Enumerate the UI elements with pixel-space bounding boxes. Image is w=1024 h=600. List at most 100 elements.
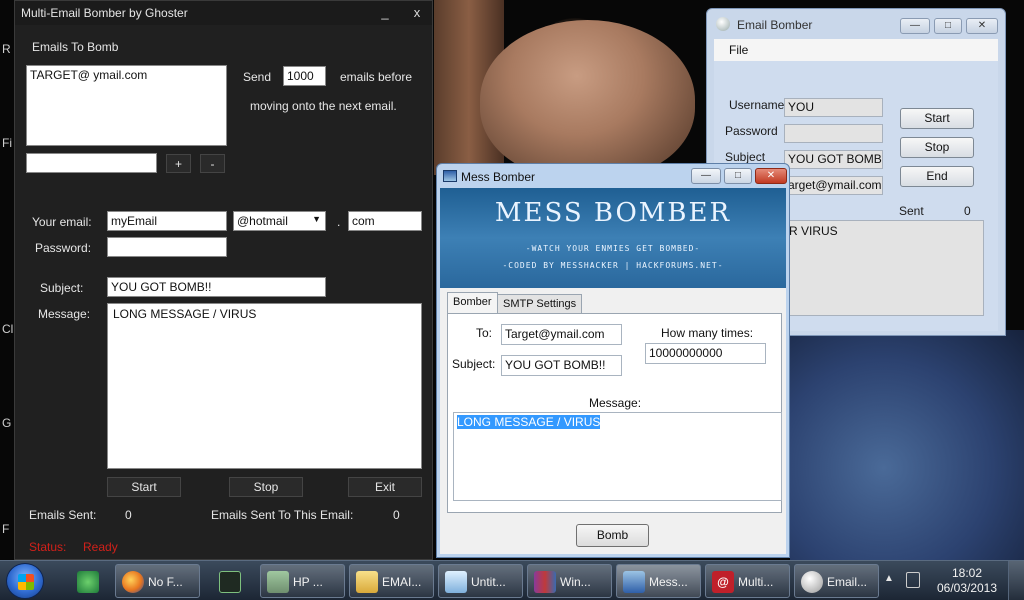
moving-on-label: moving onto the next email.: [250, 99, 397, 113]
maximize-button[interactable]: □: [724, 168, 752, 184]
taskbar-item-active[interactable]: Mess...: [616, 564, 701, 598]
taskbar-item[interactable]: Win...: [527, 564, 612, 598]
emails-before-label: emails before: [340, 70, 413, 84]
username-input[interactable]: YOU: [784, 98, 883, 117]
emails-to-bomb-label: Emails To Bomb: [32, 40, 119, 54]
to-input[interactable]: Target@ymail.com: [501, 324, 622, 345]
start-button[interactable]: [6, 563, 44, 599]
remove-email-button[interactable]: -: [200, 154, 225, 173]
sent-to-this-email-label: Emails Sent To This Email:: [211, 508, 354, 522]
password-input[interactable]: [784, 124, 883, 143]
tld-input[interactable]: com: [348, 211, 422, 231]
folder-icon: [356, 571, 378, 593]
start-button[interactable]: Start: [900, 108, 974, 129]
end-button[interactable]: End: [900, 166, 974, 187]
close-button[interactable]: ✕: [966, 18, 998, 34]
subject-input[interactable]: YOU GOT BOMB!!: [501, 355, 622, 376]
start-button[interactable]: Start: [107, 477, 181, 497]
mess-bomber-window: Mess Bomber — □ ✕ MESS BOMBER -WATCH YOU…: [436, 163, 790, 558]
sent-to-this-email-count: 0: [393, 508, 400, 522]
taskbar-item[interactable]: Email...: [794, 564, 879, 598]
message-label: Message:: [38, 307, 91, 321]
taskbar-item[interactable]: No F...: [115, 564, 200, 598]
window-title[interactable]: Mess Bomber: [461, 170, 535, 184]
status-label: Status:: [29, 540, 67, 554]
password-input[interactable]: [107, 237, 227, 257]
tab-bomber[interactable]: Bomber: [447, 292, 498, 313]
taskbar-item-label: Email...: [827, 575, 868, 589]
taskbar-item-label: Mess...: [649, 575, 688, 589]
your-email-input[interactable]: myEmail: [107, 211, 227, 231]
taskbar-item-label: Win...: [560, 575, 591, 589]
menu-file[interactable]: File: [729, 43, 748, 57]
to-label: To:: [476, 326, 493, 340]
stop-button[interactable]: Stop: [900, 137, 974, 158]
apple-icon: [801, 571, 823, 593]
message-textarea[interactable]: LONG MESSAGE / VIRUS: [107, 303, 422, 469]
subject-label: Subject:: [452, 357, 496, 371]
multi-email-bomber-window: Multi-Email Bomber by Ghoster _ x Emails…: [14, 0, 433, 560]
desktop-icon-label[interactable]: Cl: [2, 322, 13, 336]
wireless-icon: [267, 571, 289, 593]
maximize-button[interactable]: □: [934, 18, 962, 34]
domain-select[interactable]: @hotmail ▼: [233, 211, 326, 231]
taskbar-item-label: No F...: [148, 575, 183, 589]
desktop-icon-label[interactable]: Fi: [2, 136, 12, 150]
wallpaper-head: [480, 20, 695, 180]
minimize-button[interactable]: —: [900, 18, 930, 34]
taskbar-item[interactable]: HP ...: [260, 564, 345, 598]
windows-logo-icon: [18, 574, 34, 590]
subject-input[interactable]: YOU GOT BOMB!!: [107, 277, 326, 297]
bomber-tab-panel: To: Target@ymail.com Subject: YOU GOT BO…: [447, 313, 782, 513]
message-label: Message:: [589, 396, 642, 410]
send-count-input[interactable]: 1000: [283, 66, 326, 86]
exit-button[interactable]: Exit: [348, 477, 422, 497]
target-emails-list[interactable]: TARGET@ ymail.com: [26, 65, 227, 146]
mess-bomber-icon: [623, 571, 645, 593]
message-textarea[interactable]: LONG MESSAGE / VIRUS: [453, 412, 782, 501]
desktop-icon-label[interactable]: F: [2, 522, 9, 536]
pinned-app[interactable]: [204, 564, 256, 598]
desktop-icon-label[interactable]: G: [2, 416, 11, 430]
taskbar-item-label: HP ...: [293, 575, 323, 589]
pinned-download-manager[interactable]: [63, 564, 111, 598]
taskbar-item-label: Multi...: [738, 575, 774, 589]
minimize-button[interactable]: _: [372, 3, 398, 23]
show-desktop-button[interactable]: [1008, 561, 1024, 600]
subject-input[interactable]: YOU GOT BOMB!!: [784, 150, 883, 169]
emails-sent-count: 0: [125, 508, 132, 522]
desktop-icon-label[interactable]: R: [2, 42, 11, 56]
message-textarea[interactable]: R VIRUS: [784, 220, 984, 316]
taskbar-item[interactable]: Untit...: [438, 564, 523, 598]
bomb-button[interactable]: Bomb: [576, 524, 649, 547]
close-button[interactable]: ✕: [755, 168, 787, 184]
wallpaper-shirt: [790, 330, 1024, 560]
taskbar-item[interactable]: EMAI...: [349, 564, 434, 598]
taskbar-item-label: Untit...: [471, 575, 506, 589]
device-tray-icon[interactable]: [906, 572, 920, 588]
times-input[interactable]: 10000000000: [645, 343, 766, 364]
mess-bomber-app-icon: [443, 170, 457, 182]
add-email-input[interactable]: [26, 153, 157, 173]
taskbar: No F... HP ... EMAI... Untit... Win... M…: [0, 560, 1024, 600]
password-label: Password: [725, 124, 778, 138]
stop-button[interactable]: Stop: [229, 477, 303, 497]
tab-smtp-settings[interactable]: SMTP Settings: [497, 294, 583, 313]
taskbar-item[interactable]: @ Multi...: [705, 564, 790, 598]
system-clock[interactable]: 18:02 06/03/2013: [932, 566, 1002, 596]
mess-bomber-client: MESS BOMBER -WATCH YOUR ENMIES GET BOMBE…: [440, 188, 786, 554]
notepad-icon: [445, 571, 467, 593]
how-many-times-label: How many times:: [661, 326, 754, 340]
username-label: Username: [729, 98, 785, 112]
add-email-button[interactable]: +: [166, 154, 191, 173]
banner-credits: -CODED BY MESSHACKER | HACKFORUMS.NET-: [502, 261, 724, 270]
target-input[interactable]: arget@ymail.com: [784, 176, 883, 195]
banner-tagline: -WATCH YOUR ENMIES GET BOMBED-: [525, 244, 701, 253]
dot-label: .: [337, 215, 341, 229]
minimize-button[interactable]: —: [691, 168, 721, 184]
close-button[interactable]: x: [404, 3, 430, 23]
tray-expand-icon[interactable]: ▲: [884, 573, 894, 584]
download-manager-icon: [77, 571, 99, 593]
banner-title: MESS BOMBER: [494, 198, 732, 228]
title-bar[interactable]: Multi-Email Bomber by Ghoster _ x: [15, 1, 432, 25]
